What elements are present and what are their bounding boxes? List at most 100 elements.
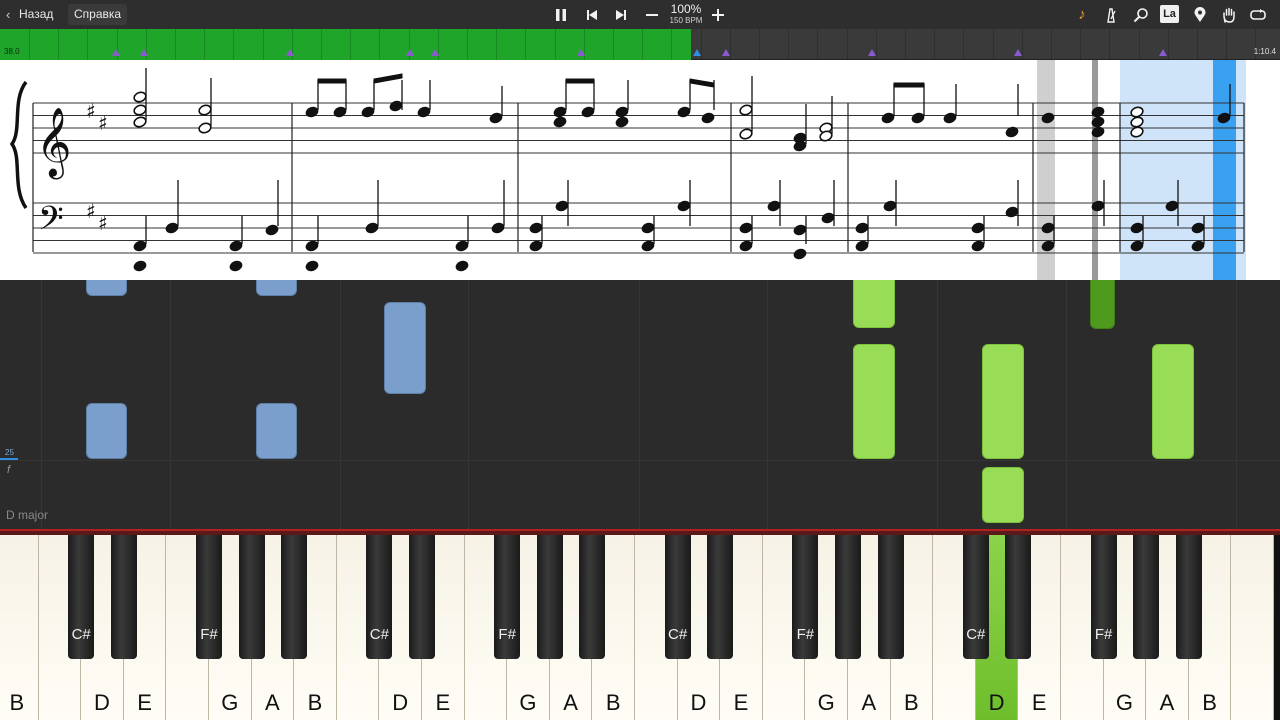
bookmark-marker[interactable]: [577, 49, 585, 56]
la-icon[interactable]: La: [1160, 5, 1179, 23]
progress-tick: [321, 29, 322, 60]
note-head: [455, 260, 469, 272]
note-beam: [689, 78, 715, 88]
hand-icon[interactable]: [1218, 4, 1240, 25]
key-label: A: [265, 690, 280, 715]
sheet-music[interactable]: 𝄞 𝄢 ♯ ♯ ♯ ♯: [0, 60, 1280, 280]
note-head: [133, 240, 147, 252]
progress-tick: [555, 29, 556, 60]
piano-keyboard[interactable]: B D E G A B D E G A B D E G A B D E G A B C# F# C# F# C# F# C# F#: [0, 535, 1280, 720]
black-key-d-sharp[interactable]: [707, 535, 734, 659]
chevron-left-icon: ‹: [6, 7, 11, 22]
search-icon[interactable]: [1130, 4, 1152, 25]
black-key-a-sharp[interactable]: [1175, 535, 1202, 659]
bookmark-marker[interactable]: [140, 49, 148, 56]
black-key-c-sharp[interactable]: C#: [664, 535, 691, 659]
note-head: [971, 222, 985, 234]
tempo-bpm: 150 BPM: [669, 16, 703, 25]
note-head: [553, 116, 567, 128]
key-label: B: [605, 690, 621, 715]
end-time: 1:10.4: [1253, 47, 1276, 56]
falling-note: [384, 302, 426, 394]
synthesia-app: ‹ Назад Справка 100% 150 BPM ♪ La 38.0 1…: [0, 0, 1280, 720]
black-key-f-sharp[interactable]: F#: [196, 535, 222, 659]
key-label: F#: [200, 626, 218, 643]
playhead-marker[interactable]: [693, 49, 701, 56]
key-label: G: [817, 690, 835, 715]
skip-forward-icon[interactable]: [610, 4, 632, 25]
metronome-icon[interactable]: [1100, 4, 1122, 25]
white-key-c[interactable]: [1231, 535, 1274, 720]
progress-tick: [1139, 29, 1140, 60]
black-key-g-sharp[interactable]: [835, 535, 861, 659]
progress-tick: [730, 29, 731, 60]
black-key-a-sharp[interactable]: [281, 535, 308, 659]
location-pin-icon[interactable]: [1189, 4, 1211, 25]
key-label: D: [392, 690, 409, 715]
black-key-a-sharp[interactable]: [877, 535, 904, 659]
falling-note: [86, 280, 127, 296]
black-key-d-sharp[interactable]: [409, 535, 435, 659]
black-key-f-sharp[interactable]: F#: [792, 535, 819, 659]
minus-icon[interactable]: [641, 4, 663, 25]
black-key-d-sharp[interactable]: [110, 535, 137, 659]
bookmark-marker[interactable]: [431, 49, 439, 56]
black-key-f-sharp[interactable]: F#: [494, 535, 521, 659]
bookmark-marker[interactable]: [722, 49, 730, 56]
back-button[interactable]: ‹ Назад: [3, 4, 59, 25]
bookmark-marker[interactable]: [112, 49, 120, 56]
pause-icon[interactable]: [550, 4, 572, 25]
playback-cursor: [1213, 60, 1236, 280]
falling-note: [853, 344, 895, 459]
key-label: E: [137, 690, 152, 715]
note-head: [198, 122, 212, 134]
help-button[interactable]: Справка: [68, 4, 128, 25]
note-icon[interactable]: ♪: [1071, 4, 1093, 25]
loop-divider: [1092, 60, 1098, 280]
progress-tick: [934, 29, 935, 60]
black-key-g-sharp[interactable]: [1133, 535, 1160, 659]
black-key-g-sharp[interactable]: [238, 535, 265, 659]
song-progress-bar[interactable]: 38.0 1:10.4: [0, 29, 1280, 60]
start-time: 38.0: [4, 47, 20, 56]
note-head: [855, 240, 869, 252]
bookmark-marker[interactable]: [286, 49, 294, 56]
bookmark-marker[interactable]: [406, 49, 414, 56]
note-head: [641, 222, 655, 234]
loop-icon[interactable]: [1247, 4, 1269, 25]
top-toolbar: ‹ Назад Справка 100% 150 BPM ♪ La: [0, 0, 1280, 29]
skip-back-icon[interactable]: [581, 4, 603, 25]
black-key-d-sharp[interactable]: [1005, 535, 1032, 659]
note-head: [701, 112, 715, 124]
black-key-c-sharp[interactable]: C#: [68, 535, 95, 659]
bookmark-marker[interactable]: [868, 49, 876, 56]
progress-tick: [671, 29, 672, 60]
progress-tick: [759, 29, 760, 60]
progress-tick: [993, 29, 994, 60]
note-head: [641, 240, 655, 252]
progress-tick: [175, 29, 176, 60]
black-key-c-sharp[interactable]: C#: [962, 535, 989, 659]
progress-tick: [963, 29, 964, 60]
note-head: [943, 112, 957, 124]
note-beam: [893, 82, 925, 88]
tempo-percent: 100%: [670, 2, 702, 16]
plus-icon[interactable]: [707, 4, 729, 25]
note-head: [198, 104, 212, 116]
white-key-b[interactable]: B: [0, 535, 39, 720]
falling-note: [256, 280, 297, 296]
black-key-c-sharp[interactable]: C#: [366, 535, 393, 659]
key-sig-sharp-icon: ♯: [86, 199, 96, 223]
black-key-f-sharp[interactable]: F#: [1090, 535, 1117, 659]
note-beam: [373, 73, 403, 84]
bookmark-marker[interactable]: [1159, 49, 1167, 56]
bookmark-marker[interactable]: [1014, 49, 1022, 56]
note-head: [333, 106, 347, 118]
note-head: [133, 260, 147, 272]
falling-note: [86, 403, 127, 459]
black-key-a-sharp[interactable]: [579, 535, 606, 659]
note-head: [305, 240, 319, 252]
black-key-g-sharp[interactable]: [536, 535, 563, 659]
note-head: [529, 240, 543, 252]
key-label: A: [1159, 690, 1175, 715]
